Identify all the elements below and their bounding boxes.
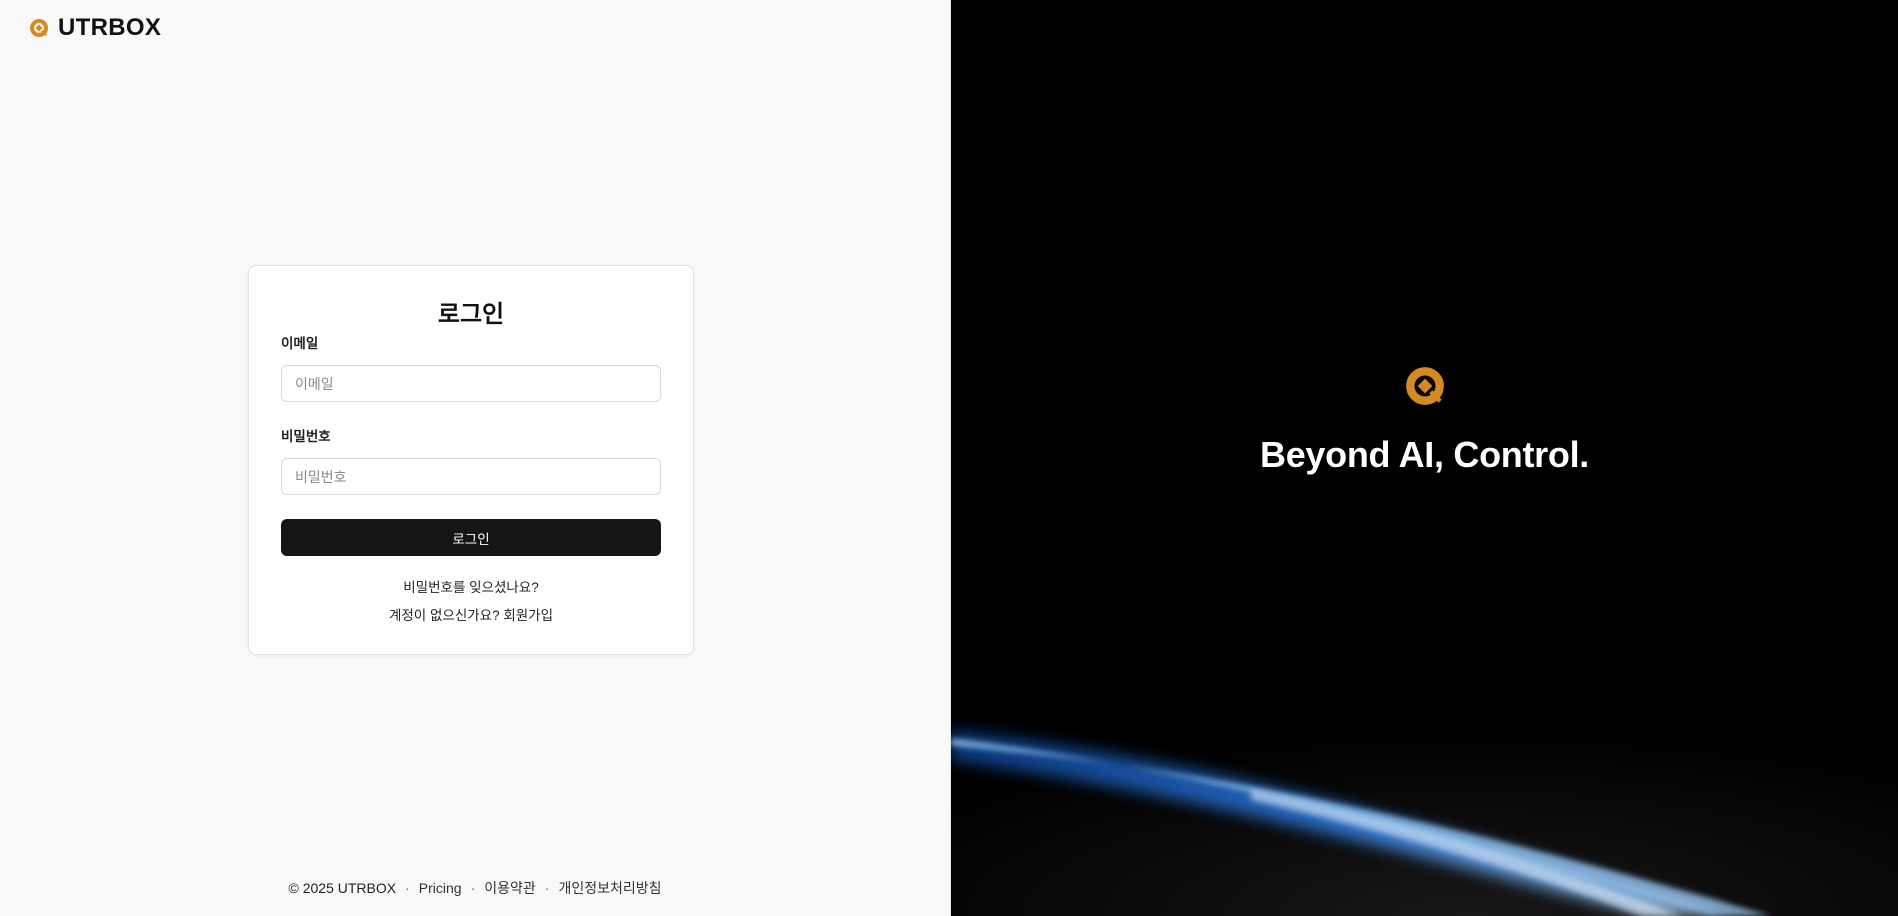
auth-links: 비밀번호를 잊으셨나요? 계정이 없으신가요? 회원가입: [281, 579, 661, 625]
footer-copyright: © 2025 UTRBOX: [288, 880, 397, 896]
email-label: 이메일: [281, 336, 319, 351]
hero-tagline: Beyond AI, Control.: [1260, 434, 1589, 475]
footer-link-terms[interactable]: 이용약관: [484, 880, 536, 896]
hero-content: Beyond AI, Control.: [951, 365, 1898, 476]
login-title: 로그인: [437, 301, 505, 328]
password-field[interactable]: [281, 458, 661, 495]
utrbox-logo-icon: [1405, 367, 1444, 405]
login-button[interactable]: 로그인: [281, 519, 661, 556]
brand-header[interactable]: UTRBOX: [29, 14, 161, 42]
footer-separator: ·: [470, 880, 476, 896]
footer: © 2025 UTRBOX · Pricing · 이용약관 · 개인정보처리방침: [0, 878, 950, 898]
password-label: 비밀번호: [281, 429, 331, 444]
footer-link-privacy[interactable]: 개인정보처리방침: [558, 880, 661, 896]
brand-name: UTRBOX: [58, 14, 162, 41]
signup-link[interactable]: 계정이 없으신가요? 회원가입: [281, 607, 661, 625]
footer-link-pricing[interactable]: Pricing: [419, 880, 462, 896]
hero-panel: Beyond AI, Control.: [951, 0, 1898, 916]
login-card: 로그인 이메일 비밀번호 로그인 비밀번호를 잊으셨나요? 계정이 없으신가요?…: [248, 265, 694, 655]
forgot-password-link[interactable]: 비밀번호를 잊으셨나요?: [281, 579, 661, 597]
email-field[interactable]: [281, 365, 661, 402]
footer-separator: ·: [544, 880, 550, 896]
login-panel: UTRBOX 로그인 이메일 비밀번호 로그인 비밀번호를 잊으셨나요? 계정이…: [0, 0, 951, 916]
footer-separator: ·: [405, 880, 410, 896]
utrbox-logo-icon: [30, 19, 48, 37]
